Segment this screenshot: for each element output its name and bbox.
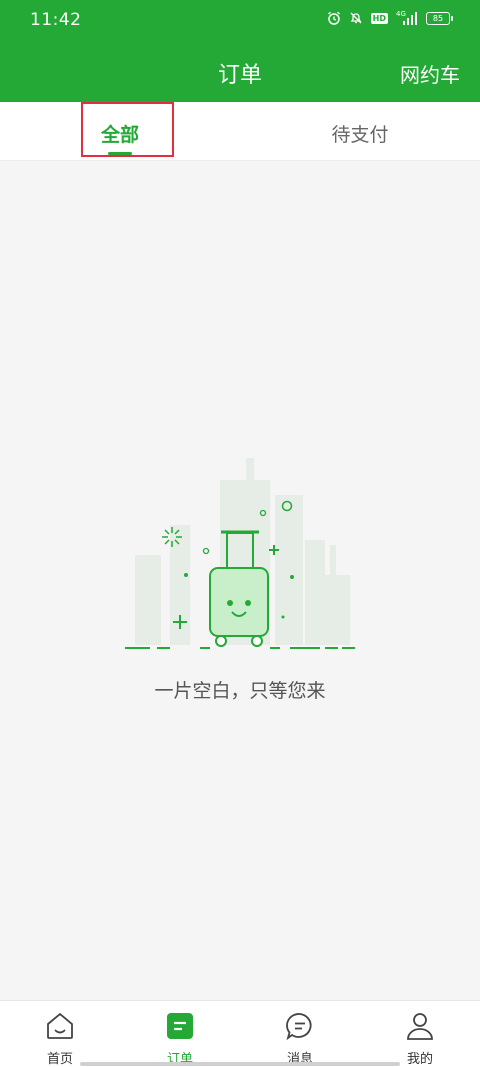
alarm-icon <box>327 11 340 25</box>
header: 订单 网约车 <box>0 42 480 102</box>
nav-orders[interactable]: 订单 <box>120 1001 240 1067</box>
tab-pending-payment[interactable]: 待支付 <box>240 102 480 160</box>
bottom-nav: 首页 订单 消息 我的 <box>0 1000 480 1067</box>
orders-page: 11:42 HD 4G 85 订单 网约车 全部 待支付 一片空白，只等您来 首… <box>0 0 480 1067</box>
order-tabs: 全部 待支付 <box>0 102 480 161</box>
signal-4g-icon: 4G <box>396 10 418 25</box>
ride-hailing-button[interactable]: 网约车 <box>400 59 460 88</box>
mute-bell-icon <box>350 12 362 24</box>
message-icon <box>286 1013 312 1041</box>
hd-icon: HD <box>370 12 388 24</box>
empty-luggage-illustration <box>125 458 355 649</box>
tab-pending-payment-label: 待支付 <box>331 124 389 146</box>
nav-home[interactable]: 首页 <box>0 1001 120 1067</box>
order-icon <box>167 1013 193 1039</box>
empty-state-message: 一片空白，只等您来 <box>154 680 326 702</box>
status-icons: HD 4G 85 <box>327 10 453 25</box>
gesture-bar <box>80 1062 400 1066</box>
selection-highlight-box <box>81 102 174 157</box>
home-icon <box>47 1012 73 1039</box>
profile-icon <box>407 1013 433 1040</box>
nav-messages[interactable]: 消息 <box>240 1001 360 1067</box>
battery-icon: 85 <box>426 11 453 25</box>
status-bar: 11:42 HD 4G 85 <box>0 0 480 42</box>
status-time: 11:42 <box>30 10 82 30</box>
nav-profile[interactable]: 我的 <box>360 1001 480 1067</box>
